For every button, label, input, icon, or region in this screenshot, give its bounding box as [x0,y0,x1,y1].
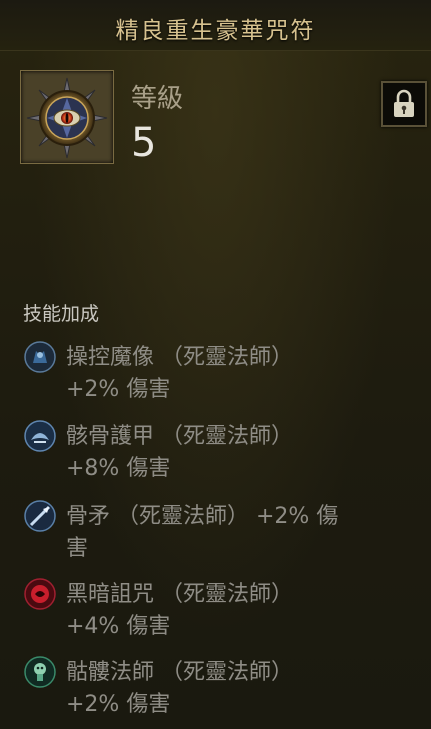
skill-bonus-heading: 技能加成 [23,303,100,325]
skill-name: 骸骨護甲 （死靈法師） [66,424,293,449]
bone-spear-icon [24,500,56,532]
dark-curse-icon [24,578,56,610]
bone-armor-icon [24,420,56,452]
level-value: 5 [131,120,157,166]
skill-name: 黑暗詛咒 （死靈法師） [66,582,293,607]
skeleton-mage-icon [24,656,56,688]
level-label: 等級 [131,84,184,114]
item-icon-frame [20,70,114,164]
skill-bonus: +2% 傷害 [66,377,171,402]
item-title: 精良重生豪華咒符 [115,18,316,44]
skill-name: 骷髏法師 （死靈法師） [66,660,293,685]
golem-icon [24,341,56,373]
tooltip-header: 精良重生豪華咒符 [0,0,431,51]
lock-icon [394,89,414,117]
skill-name: 操控魔像 （死靈法師） [66,345,293,370]
charm-icon [26,77,108,159]
lock-button[interactable] [381,81,427,127]
skill-bonus: +8% 傷害 [66,456,171,481]
skill-name: 骨矛 （死靈法師） +2% 傷 [66,504,339,529]
skill-bonus: +2% 傷害 [66,692,171,717]
skill-bonus: 害 [66,536,89,561]
skill-bonus: +4% 傷害 [66,614,171,639]
